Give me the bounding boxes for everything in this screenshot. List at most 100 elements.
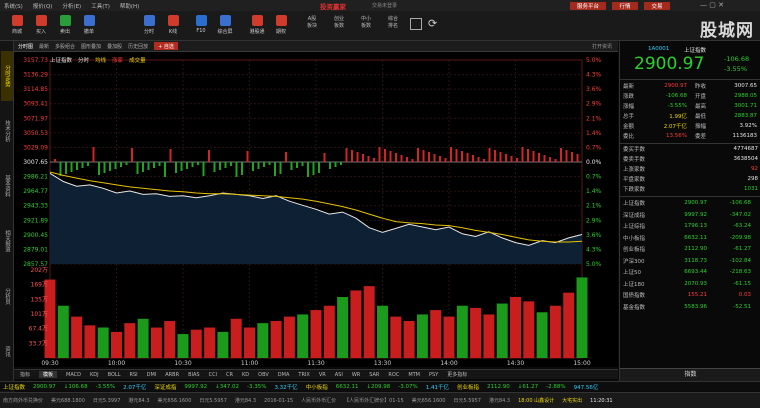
- menu-item-tools[interactable]: 工具(T): [91, 2, 110, 10]
- indicator-2[interactable]: MACD: [66, 372, 81, 378]
- tab-overlay-stock[interactable]: 叠加股: [107, 43, 122, 50]
- y-tick-label: 3071.97: [23, 115, 48, 122]
- indicator-9[interactable]: CCI: [209, 372, 217, 378]
- menu-item-help[interactable]: 帮助(H): [120, 2, 139, 10]
- index-row[interactable]: 国债指数 155.21 0.03: [623, 291, 758, 299]
- index-row[interactable]: 基金指数 5583.96 -52.51: [623, 303, 758, 311]
- window-controls[interactable]: — ▢ ✕: [700, 1, 724, 9]
- indicator-20[interactable]: MTM: [408, 372, 420, 378]
- toolbar-button-3[interactable]: 撤单: [78, 13, 100, 39]
- index-row[interactable]: 深证成指 9997.92 -347.02: [623, 211, 758, 219]
- indicator-10[interactable]: CR: [226, 372, 233, 378]
- index-row[interactable]: 上证50 6693.44 -218.63: [623, 268, 758, 276]
- toolbar-button-9[interactable]: 期权: [270, 13, 292, 39]
- breadth-bar: [516, 158, 518, 162]
- indicator-6[interactable]: DMI: [147, 372, 157, 378]
- breadth-bar: [202, 162, 205, 176]
- left-tab-0[interactable]: 分时走势: [1, 51, 13, 101]
- index-row[interactable]: 沪深300 3118.73 -102.84: [623, 257, 758, 265]
- legend-average: 均线: [95, 58, 107, 64]
- status-item: 日元5.5957: [453, 398, 481, 404]
- breadth-bar: [466, 153, 469, 162]
- trade-button[interactable]: 交易: [644, 2, 670, 10]
- tab-index-list[interactable]: 指数: [620, 368, 760, 381]
- indicator-8[interactable]: BIAS: [188, 372, 200, 378]
- menu-item-quote[interactable]: 报价(Q): [33, 2, 53, 10]
- service-platform-button[interactable]: 服务平台: [570, 2, 606, 10]
- index-row[interactable]: 中小板指 6632.11 -209.98: [623, 234, 758, 242]
- volume-bar: [377, 305, 388, 358]
- left-tab-3[interactable]: 相关报道: [1, 216, 13, 266]
- indicator-11[interactable]: KD: [242, 372, 249, 378]
- tab-latest[interactable]: 最新: [39, 43, 49, 50]
- checkbox-icon[interactable]: [410, 18, 422, 30]
- indicator-14[interactable]: TRIX: [298, 372, 309, 378]
- index-value: 2112.90: [684, 246, 707, 252]
- left-tab-5[interactable]: 资讯: [1, 326, 13, 376]
- gem-index-button[interactable]: 创业 板数: [330, 16, 348, 30]
- toolbar-button-6[interactable]: F10: [190, 13, 212, 39]
- sme-index-button[interactable]: 中小 板数: [357, 16, 375, 30]
- left-tab-1[interactable]: 技术分析: [1, 106, 13, 156]
- index-row[interactable]: 上证180 2070.93 -61.15: [623, 280, 758, 288]
- volume-bar: [190, 329, 202, 358]
- indicator-16[interactable]: ASI: [335, 372, 343, 378]
- indicator-4[interactable]: BOLL: [108, 372, 121, 378]
- menu-item-system[interactable]: 系统(S): [4, 2, 23, 10]
- a-share-board-button[interactable]: A股 板块: [303, 16, 321, 30]
- index-row[interactable]: 创业板指 2112.90 -61.27: [623, 245, 758, 253]
- index-row[interactable]: 上证指数 2900.97 -106.68: [623, 199, 758, 207]
- breadth-bar: [131, 148, 133, 162]
- breadth-bar: [439, 156, 441, 162]
- refresh-icon[interactable]: ⟳: [428, 17, 437, 30]
- indicator-5[interactable]: RSI: [130, 372, 138, 378]
- tab-replay[interactable]: 历史回放: [128, 43, 148, 50]
- toolbar-button-0[interactable]: 商城: [6, 13, 28, 39]
- toolbar-button-8[interactable]: 港股通: [246, 13, 268, 39]
- pct-tick-label: 1.4%: [586, 130, 602, 137]
- indicator-19[interactable]: ROC: [388, 372, 399, 378]
- tab-multi-stock[interactable]: 多股组合: [55, 43, 75, 50]
- quote-row: 最新 2900.97 昨收 3007.65: [623, 82, 758, 90]
- indicator-3[interactable]: KDJ: [90, 372, 99, 378]
- market-button[interactable]: 行情: [612, 2, 638, 10]
- breadth-bar: [98, 162, 100, 175]
- breadth-bar: [87, 162, 89, 166]
- indicator-12[interactable]: OBV: [258, 372, 269, 378]
- add-watchlist-button[interactable]: + 自选: [154, 42, 178, 50]
- index-row[interactable]: 上证综指 1796.13 -63.24: [623, 222, 758, 230]
- ranking-button[interactable]: 综合 排名: [384, 16, 402, 30]
- breadth-bar: [296, 162, 298, 168]
- tab-overlay[interactable]: 图形叠加: [81, 43, 101, 50]
- index-name: 基金指数: [623, 304, 646, 311]
- volume-tick-label: 101万: [31, 311, 48, 318]
- indicator-21[interactable]: PSY: [429, 372, 438, 378]
- breadth-bar: [532, 151, 535, 162]
- volume-bar: [523, 301, 535, 358]
- volume-bar: [283, 316, 295, 358]
- tab-timeshare[interactable]: 分时图: [18, 43, 33, 50]
- left-tab-4[interactable]: 分析员: [1, 271, 13, 321]
- toolbar-button-1[interactable]: 买入: [30, 13, 52, 39]
- indicator-0[interactable]: 指标: [20, 371, 30, 378]
- breadth-bar: [224, 162, 227, 168]
- toolbar-button-7[interactable]: 综合屏: [214, 13, 236, 39]
- toolbar-button-4[interactable]: 分时: [138, 13, 160, 39]
- volume-bar: [430, 310, 442, 358]
- indicator-18[interactable]: SAR: [369, 372, 379, 378]
- indicator-13[interactable]: DMA: [278, 372, 290, 378]
- indicator-15[interactable]: VR: [319, 372, 326, 378]
- menu-item-analysis[interactable]: 分析(E): [62, 2, 81, 10]
- indicator-17[interactable]: WR: [352, 372, 360, 378]
- indicator-7[interactable]: ARBR: [165, 372, 179, 378]
- breadth-bar: [191, 162, 194, 167]
- indicator-1[interactable]: 模板: [39, 371, 58, 378]
- indicator-22[interactable]: 更多指标: [447, 371, 467, 378]
- toolbar-button-2[interactable]: 卖出: [54, 13, 76, 39]
- left-tab-2[interactable]: 基本资料: [1, 161, 13, 211]
- stat-row: 委买手数 4774687: [623, 145, 758, 153]
- toolbar-button-5[interactable]: K线: [162, 13, 184, 39]
- open-news-button[interactable]: 打开资讯: [592, 43, 612, 50]
- timeshare-chart[interactable]: 3157.73 5.0% 3136.29 4.3% 3114.85 3.6% 3093.41…: [14, 52, 618, 367]
- breadth-bar: [241, 162, 243, 175]
